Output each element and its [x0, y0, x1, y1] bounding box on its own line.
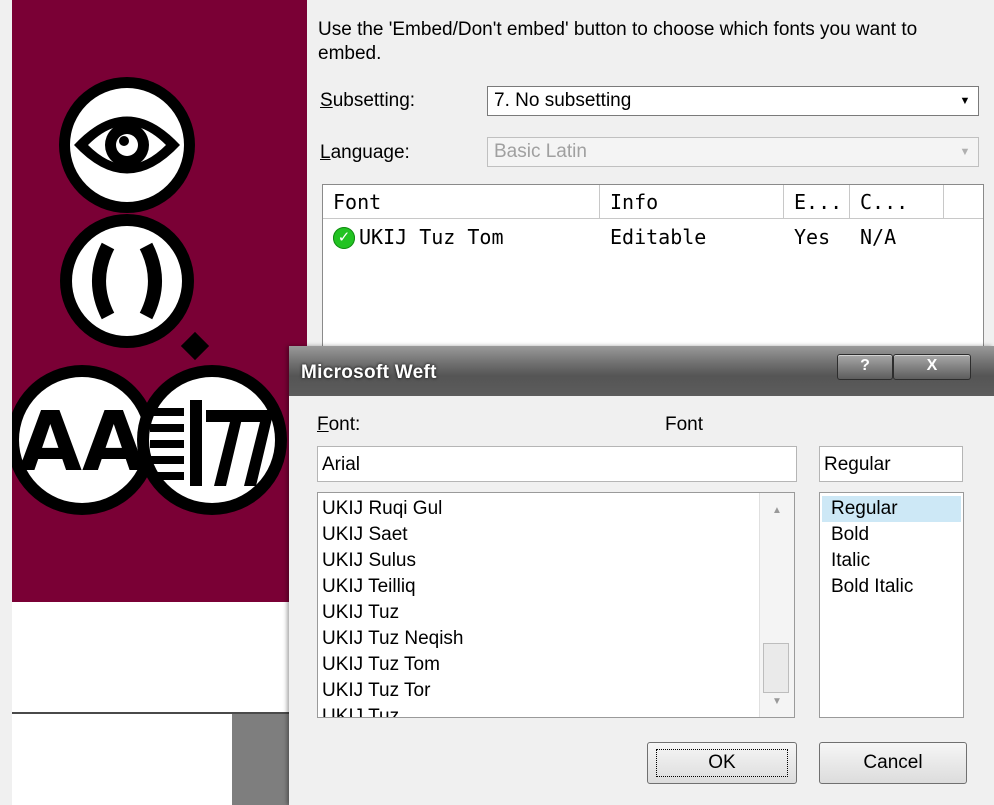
subsetting-value: 7. No subsetting [494, 90, 632, 111]
subsetting-mnemonic: S [320, 90, 333, 111]
font-label: Font: [317, 414, 360, 436]
cancel-label: Cancel [863, 752, 923, 773]
font-dialog: Microsoft Weft ? X Font: Font Arial Regu… [289, 346, 994, 805]
scrollbar-thumb[interactable] [763, 643, 789, 693]
list-item[interactable]: Bold [831, 522, 869, 548]
font-label-text: ont: [328, 414, 361, 435]
svg-text:AA: AA [19, 395, 146, 490]
language-value: Basic Latin [494, 141, 587, 162]
subsetting-label-text: ubsetting: [332, 90, 416, 111]
font-style-value: Regular [824, 454, 891, 475]
list-item-selected[interactable]: Regular [822, 496, 961, 522]
magnifier-icon [60, 214, 210, 361]
column-header-embed[interactable]: E... [784, 185, 850, 219]
column-header-info[interactable]: Info [600, 185, 784, 219]
font-name-value: Arial [322, 454, 361, 475]
close-button[interactable]: X [893, 354, 971, 380]
list-item[interactable]: Italic [831, 548, 870, 574]
language-dropdown[interactable]: Basic Latin ▼ [487, 137, 979, 167]
list-item[interactable]: UKIJ Saet [322, 522, 408, 548]
scroll-up-icon[interactable]: ▲ [760, 505, 794, 516]
row-cost: N/A [860, 225, 897, 249]
list-item[interactable]: UKIJ Tuz ... [322, 704, 420, 717]
list-item[interactable]: UKIJ Teilliq [322, 574, 416, 600]
dialog-title: Microsoft Weft [301, 362, 437, 383]
column-header-filler [944, 185, 983, 219]
column-header-font[interactable]: Font [323, 185, 600, 219]
list-item[interactable]: UKIJ Ruqi Gul [322, 496, 442, 522]
document-area-lower [12, 714, 232, 805]
list-item[interactable]: UKIJ Tuz [322, 600, 399, 626]
language-mnemonic: L [320, 142, 331, 163]
font-logo-graphic: AA [7, 77, 287, 515]
font-preview-text: Font [665, 414, 704, 435]
list-item[interactable]: UKIJ Sulus [322, 548, 416, 574]
scroll-down-icon[interactable]: ▼ [760, 696, 794, 707]
row-info: Editable [610, 225, 707, 249]
subsetting-label: Subsetting: [320, 90, 415, 112]
embedded-fonts-listview[interactable]: Font Info E... C... ✓ UKIJ Tuz Tom Edita… [322, 184, 984, 356]
embed-instructions: Use the 'Embed/Don't embed' button to ch… [318, 19, 918, 64]
font-mnemonic: F [317, 414, 329, 435]
font-style-listbox[interactable]: Regular Bold Italic Bold Italic [819, 492, 964, 718]
list-item[interactable]: UKIJ Tuz Neqish [322, 626, 464, 652]
chevron-down-icon[interactable]: ▼ [954, 90, 976, 112]
check-icon: ✓ [333, 227, 355, 249]
type-lines-icon [137, 365, 287, 515]
row-font: UKIJ Tuz Tom [359, 225, 504, 249]
language-label-text: anguage: [330, 142, 410, 163]
help-button[interactable]: ? [837, 354, 893, 380]
subsetting-dropdown[interactable]: 7. No subsetting ▼ [487, 86, 979, 116]
language-label: Language: [320, 142, 410, 164]
font-name-listbox[interactable]: UKIJ Ruqi Gul UKIJ Saet UKIJ Sulus UKIJ … [317, 492, 795, 718]
list-item[interactable]: Bold Italic [831, 574, 913, 600]
chevron-down-icon[interactable]: ▼ [954, 141, 976, 163]
cancel-button[interactable]: Cancel [819, 742, 967, 784]
eye-icon [59, 77, 195, 213]
list-item[interactable]: UKIJ Tuz Tom [322, 652, 440, 678]
close-icon: X [926, 357, 938, 374]
font-style-input[interactable]: Regular [819, 446, 963, 482]
logo-panel: AA [7, 0, 307, 602]
focus-rect [656, 749, 788, 777]
list-item[interactable]: UKIJ Tuz Tor [322, 678, 430, 704]
font-name-input[interactable]: Arial [317, 446, 797, 482]
help-icon: ? [860, 357, 870, 374]
letters-aa-icon: AA [7, 365, 157, 515]
font-list-scrollbar[interactable]: ▲ ▼ [759, 493, 794, 717]
column-header-cost[interactable]: C... [850, 185, 944, 219]
ok-button[interactable]: OK [647, 742, 797, 784]
document-area [12, 602, 307, 712]
row-embed: Yes [794, 225, 831, 249]
dialog-titlebar[interactable]: Microsoft Weft ? X [289, 346, 994, 396]
